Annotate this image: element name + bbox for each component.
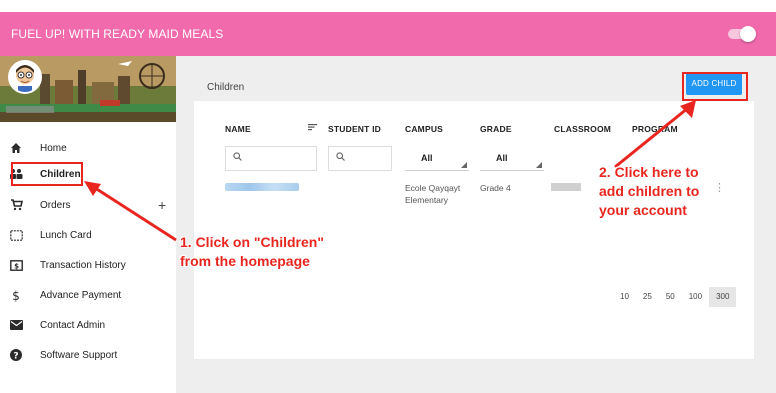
arrow-line-2 bbox=[614, 106, 689, 169]
step-1-instruction: 1. Click on "Children" from the homepage bbox=[180, 234, 324, 269]
arrow-line-1 bbox=[91, 184, 177, 242]
arrow-head-2 bbox=[680, 100, 696, 118]
step-2-instruction: 2. Click here to add children to your ac… bbox=[599, 164, 700, 218]
